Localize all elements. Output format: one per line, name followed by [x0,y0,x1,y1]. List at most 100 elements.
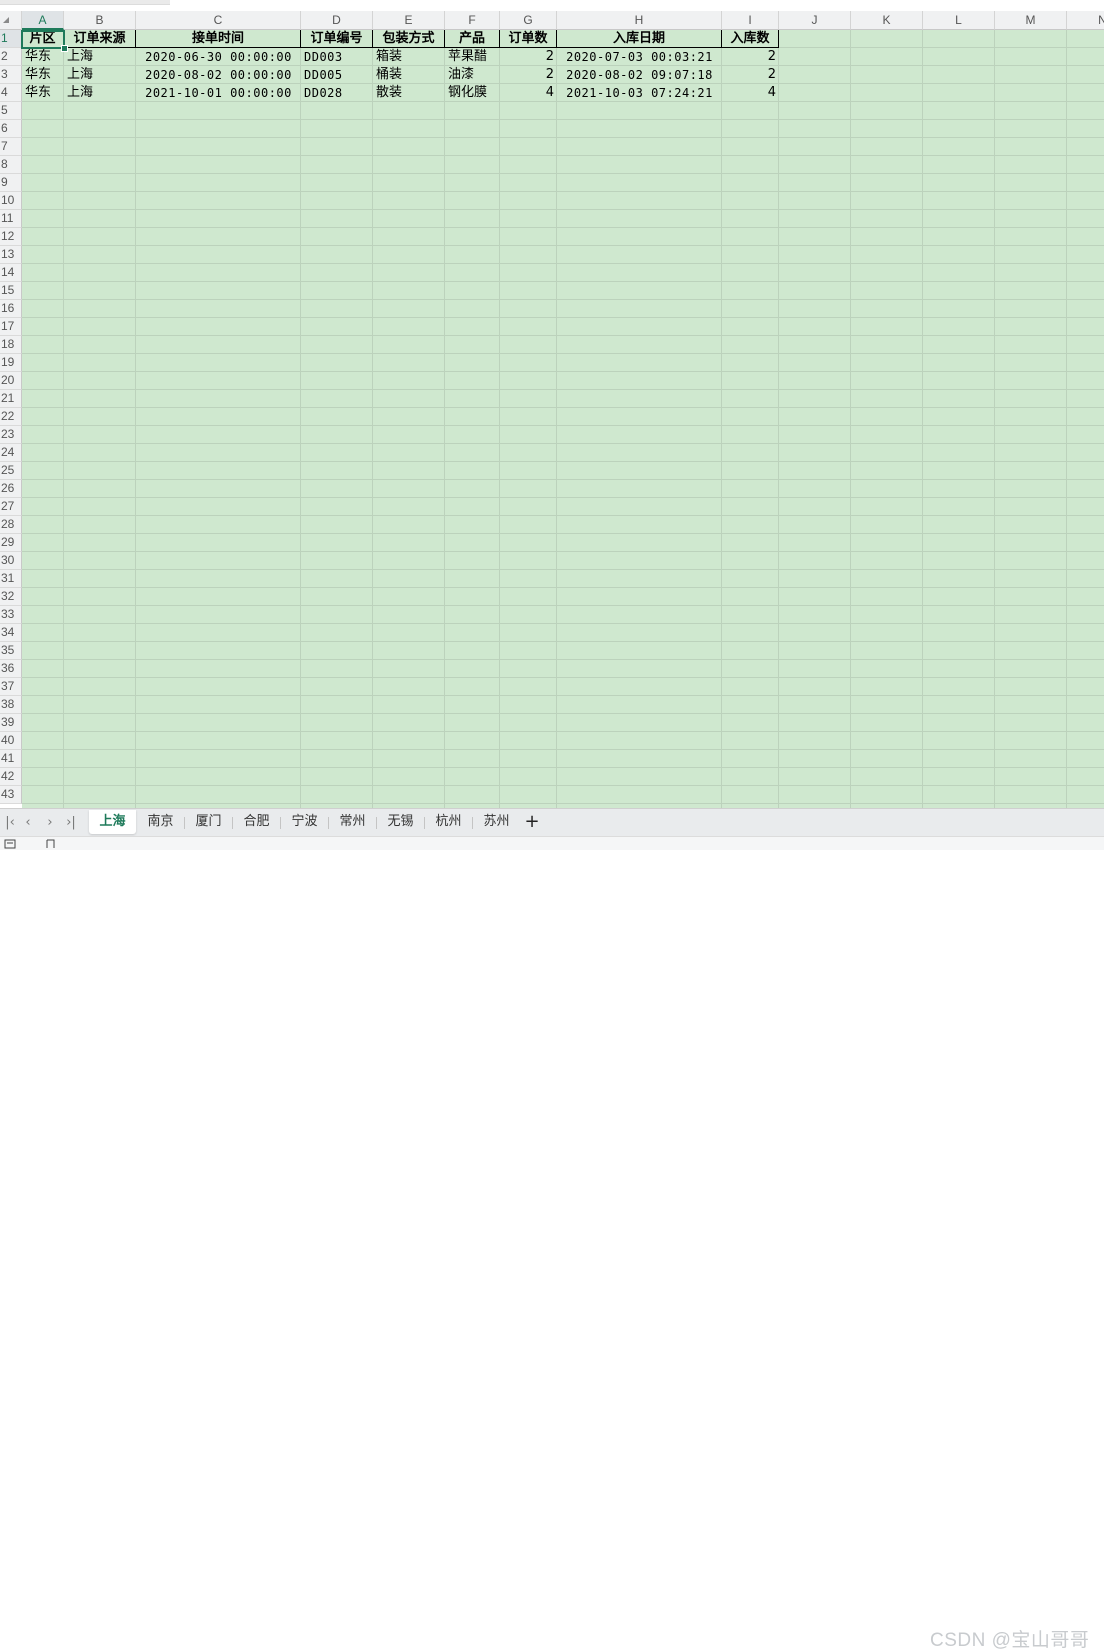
cell-D2[interactable]: DD003 [301,48,373,66]
row-header-32[interactable]: 32 [0,588,22,606]
cell-B3[interactable]: 上海 [64,66,136,84]
row-header-38[interactable]: 38 [0,696,22,714]
column-header-B[interactable]: B [64,11,136,30]
macro-icon[interactable] [4,839,16,849]
row-header-35[interactable]: 35 [0,642,22,660]
column-header-J[interactable]: J [779,11,851,30]
row-header-15[interactable]: 15 [0,282,22,300]
row-header-37[interactable]: 37 [0,678,22,696]
row-header-40[interactable]: 40 [0,732,22,750]
header-cell-I1[interactable]: 入库数 [722,30,779,48]
sheet-tab-6[interactable]: 常州 [329,810,376,834]
cell-E3[interactable]: 桶装 [373,66,445,84]
row-header-39[interactable]: 39 [0,714,22,732]
column-header-N[interactable]: N [1067,11,1104,30]
column-header-F[interactable]: F [445,11,500,30]
cell-grid[interactable] [22,30,1104,808]
sheet-tab-2[interactable]: 南京 [137,810,184,834]
cell-F2[interactable]: 苹果醋 [445,48,500,66]
cell-C3[interactable]: 2020-08-02 00:00:00 [136,66,301,84]
fill-handle[interactable] [61,45,68,52]
row-header-10[interactable]: 10 [0,192,22,210]
cell-G3[interactable]: 2 [500,66,557,84]
sheet-view-icon[interactable] [46,839,58,849]
header-cell-H1[interactable]: 入库日期 [557,30,722,48]
row-header-17[interactable]: 17 [0,318,22,336]
cell-C2[interactable]: 2020-06-30 00:00:00 [136,48,301,66]
row-header-27[interactable]: 27 [0,498,22,516]
header-cell-B1[interactable]: 订单来源 [64,30,136,48]
row-header-5[interactable]: 5 [0,102,22,120]
row-header-20[interactable]: 20 [0,372,22,390]
row-header-28[interactable]: 28 [0,516,22,534]
cell-F4[interactable]: 钢化膜 [445,84,500,102]
sheet-tab-3[interactable]: 厦门 [185,810,232,834]
row-header-30[interactable]: 30 [0,552,22,570]
header-cell-E1[interactable]: 包装方式 [373,30,445,48]
row-header-1[interactable]: 1 [0,30,22,48]
cell-B2[interactable]: 上海 [64,48,136,66]
row-header-22[interactable]: 22 [0,408,22,426]
row-header-13[interactable]: 13 [0,246,22,264]
cell-E4[interactable]: 散装 [373,84,445,102]
cell-I3[interactable]: 2 [722,66,779,84]
row-header-43[interactable]: 43 [0,786,22,804]
cell-E2[interactable]: 箱装 [373,48,445,66]
row-header-11[interactable]: 11 [0,210,22,228]
column-header-K[interactable]: K [851,11,923,30]
cell-H4[interactable]: 2021-10-03 07:24:21 [557,84,722,102]
cell-A4[interactable]: 华东 [22,84,64,102]
row-header-29[interactable]: 29 [0,534,22,552]
sheet-tab-1[interactable]: 上海 [89,810,136,834]
cell-C4[interactable]: 2021-10-01 00:00:00 [136,84,301,102]
row-header-18[interactable]: 18 [0,336,22,354]
row-header-41[interactable]: 41 [0,750,22,768]
cell-G4[interactable]: 4 [500,84,557,102]
row-header-31[interactable]: 31 [0,570,22,588]
row-header-4[interactable]: 4 [0,84,22,102]
cell-D3[interactable]: DD005 [301,66,373,84]
row-header-25[interactable]: 25 [0,462,22,480]
column-header-D[interactable]: D [301,11,373,30]
column-header-L[interactable]: L [923,11,995,30]
sheet-tab-5[interactable]: 宁波 [281,810,328,834]
first-sheet-button[interactable]: |‹ [0,815,20,831]
cell-D4[interactable]: DD028 [301,84,373,102]
next-sheet-button[interactable]: › [40,815,60,831]
last-sheet-button[interactable]: ›| [61,815,81,831]
row-header-14[interactable]: 14 [0,264,22,282]
row-header-3[interactable]: 3 [0,66,22,84]
cell-A3[interactable]: 华东 [22,66,64,84]
column-header-H[interactable]: H [557,11,722,30]
cell-H2[interactable]: 2020-07-03 00:03:21 [557,48,722,66]
row-header-7[interactable]: 7 [0,138,22,156]
row-header-2[interactable]: 2 [0,48,22,66]
row-header-36[interactable]: 36 [0,660,22,678]
row-header-12[interactable]: 12 [0,228,22,246]
row-header-6[interactable]: 6 [0,120,22,138]
add-sheet-button[interactable]: + [522,810,542,834]
row-header-26[interactable]: 26 [0,480,22,498]
row-header-33[interactable]: 33 [0,606,22,624]
cell-B4[interactable]: 上海 [64,84,136,102]
sheet-tab-8[interactable]: 杭州 [425,810,472,834]
row-header-21[interactable]: 21 [0,390,22,408]
header-cell-G1[interactable]: 订单数 [500,30,557,48]
row-header-34[interactable]: 34 [0,624,22,642]
column-header-M[interactable]: M [995,11,1067,30]
row-header-23[interactable]: 23 [0,426,22,444]
sheet-tab-9[interactable]: 苏州 [473,810,520,834]
column-header-E[interactable]: E [373,11,445,30]
column-header-A[interactable]: A [22,11,64,30]
cell-F3[interactable]: 油漆 [445,66,500,84]
cell-H3[interactable]: 2020-08-02 09:07:18 [557,66,722,84]
sheet-tab-4[interactable]: 合肥 [233,810,280,834]
row-header-42[interactable]: 42 [0,768,22,786]
row-header-9[interactable]: 9 [0,174,22,192]
row-header-8[interactable]: 8 [0,156,22,174]
cell-G2[interactable]: 2 [500,48,557,66]
prev-sheet-button[interactable]: ‹ [18,815,38,831]
sheet-tab-7[interactable]: 无锡 [377,810,424,834]
row-header-19[interactable]: 19 [0,354,22,372]
row-header-16[interactable]: 16 [0,300,22,318]
